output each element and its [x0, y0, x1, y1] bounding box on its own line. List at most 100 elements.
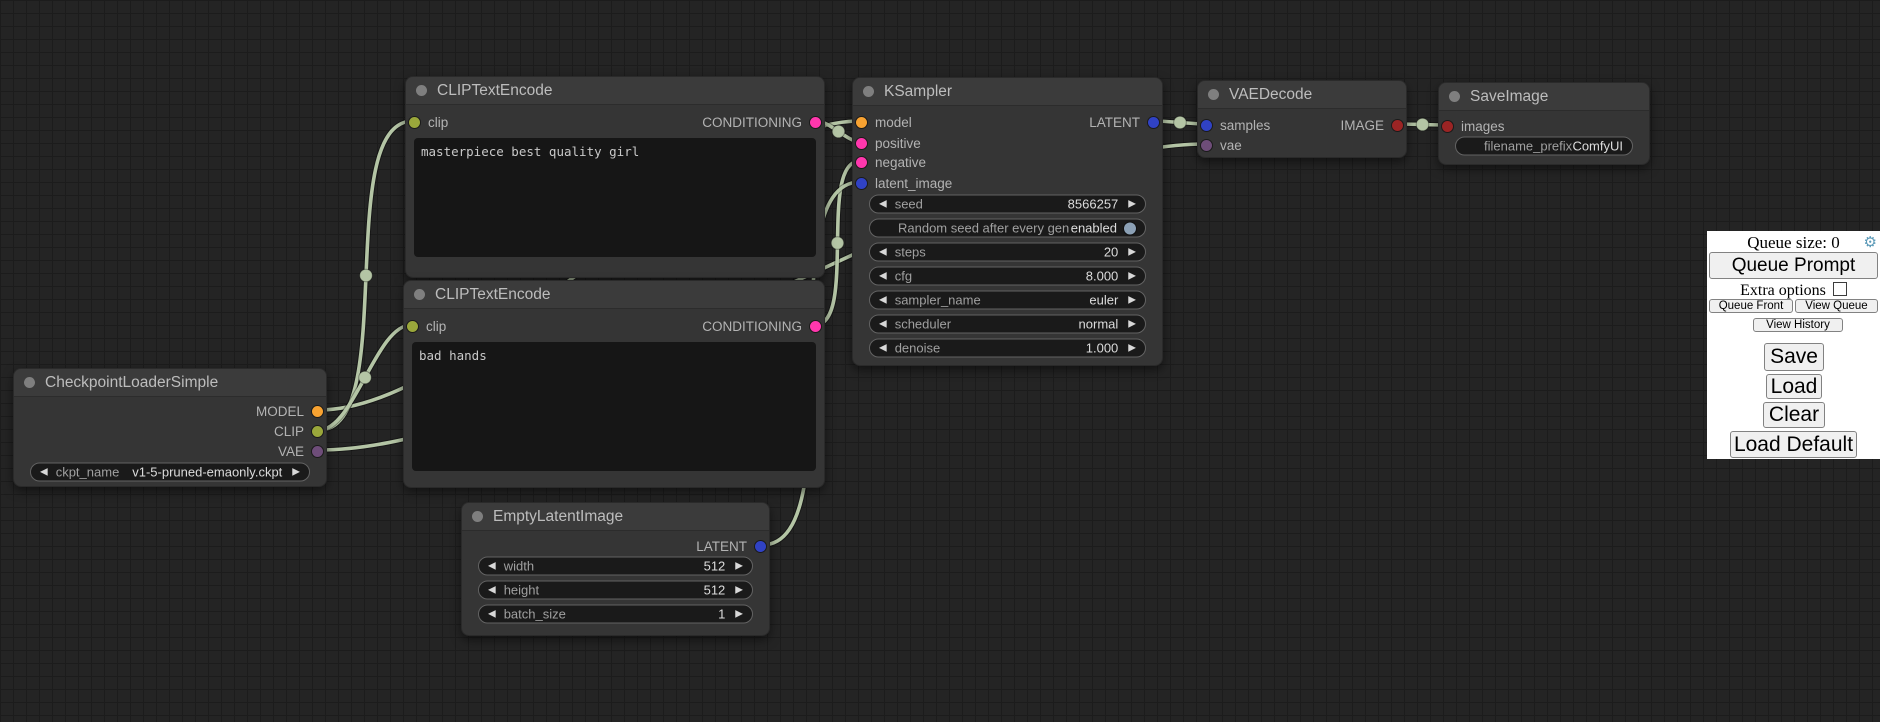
port-dot-image[interactable] — [1392, 120, 1403, 131]
input-port-model[interactable]: model — [856, 112, 912, 132]
comfyui-canvas[interactable]: { "colors": { "model": "#f7a231", "clip"… — [0, 0, 1880, 722]
increment-arrow-icon[interactable]: ▶ — [735, 561, 743, 571]
collapse-dot-icon[interactable] — [24, 377, 35, 388]
node-clip-text-encode-negative[interactable]: CLIPTextEncode clip CONDITIONING bad han… — [403, 280, 825, 488]
decrement-arrow-icon[interactable]: ◀ — [879, 319, 887, 329]
collapse-dot-icon[interactable] — [472, 511, 483, 522]
view-queue-button[interactable]: View Queue — [1795, 299, 1878, 313]
input-port-images[interactable]: images — [1442, 116, 1505, 136]
collapse-dot-icon[interactable] — [1208, 89, 1219, 100]
save-button[interactable]: Save — [1764, 343, 1824, 371]
prompt-textarea[interactable]: bad hands — [412, 342, 816, 471]
decrement-arrow-icon[interactable]: ◀ — [488, 609, 496, 619]
settings-gear-icon[interactable]: ⚙ — [1864, 233, 1877, 251]
extra-options-checkbox[interactable] — [1833, 282, 1847, 296]
increment-arrow-icon[interactable]: ▶ — [1128, 271, 1136, 281]
decrement-arrow-icon[interactable]: ◀ — [879, 343, 887, 353]
node-titlebar[interactable]: SaveImage — [1439, 83, 1649, 111]
port-dot-vae[interactable] — [1201, 140, 1212, 151]
port-dot-conditioning[interactable] — [810, 321, 821, 332]
node-vae-decode[interactable]: VAEDecode samples vae IMAGE — [1197, 80, 1407, 158]
widget-batch-size[interactable]: ◀ batch_size 1 ▶ — [478, 605, 753, 624]
decrement-arrow-icon[interactable]: ◀ — [488, 561, 496, 571]
collapse-dot-icon[interactable] — [414, 289, 425, 300]
node-titlebar[interactable]: KSampler — [853, 78, 1162, 106]
widget-width[interactable]: ◀ width 512 ▶ — [478, 557, 753, 576]
increment-arrow-icon[interactable]: ▶ — [735, 585, 743, 595]
input-port-clip[interactable]: clip — [407, 316, 446, 336]
widget-sampler-name[interactable]: ◀ sampler_name euler ▶ — [869, 291, 1146, 310]
output-port-latent[interactable]: LATENT — [696, 536, 766, 556]
output-port-image[interactable]: IMAGE — [1340, 115, 1403, 135]
port-dot-conditioning[interactable] — [856, 138, 867, 149]
input-port-negative[interactable]: negative — [856, 152, 926, 172]
output-port-model[interactable]: MODEL — [256, 401, 323, 421]
node-titlebar[interactable]: CLIPTextEncode — [406, 77, 824, 105]
port-dot-conditioning[interactable] — [810, 117, 821, 128]
port-dot-model[interactable] — [312, 406, 323, 417]
decrement-arrow-icon[interactable]: ◀ — [879, 199, 887, 209]
decrement-arrow-icon[interactable]: ◀ — [488, 585, 496, 595]
node-titlebar[interactable]: EmptyLatentImage — [462, 503, 769, 531]
input-port-vae[interactable]: vae — [1201, 135, 1242, 155]
decrement-arrow-icon[interactable]: ◀ — [879, 271, 887, 281]
output-port-conditioning[interactable]: CONDITIONING — [702, 316, 821, 336]
input-port-positive[interactable]: positive — [856, 133, 921, 153]
node-save-image[interactable]: SaveImage images filename_prefix ComfyUI — [1438, 82, 1650, 165]
output-port-conditioning[interactable]: CONDITIONING — [702, 112, 821, 132]
node-titlebar[interactable]: VAEDecode — [1198, 81, 1406, 109]
collapse-dot-icon[interactable] — [863, 86, 874, 97]
output-port-clip[interactable]: CLIP — [274, 421, 323, 441]
decrement-arrow-icon[interactable]: ◀ — [879, 247, 887, 257]
output-port-vae[interactable]: VAE — [278, 441, 323, 461]
increment-arrow-icon[interactable]: ▶ — [1128, 319, 1136, 329]
increment-arrow-icon[interactable]: ▶ — [1128, 343, 1136, 353]
node-clip-text-encode-positive[interactable]: CLIPTextEncode clip CONDITIONING masterp… — [405, 76, 825, 278]
port-dot-latent[interactable] — [1201, 120, 1212, 131]
widget-denoise[interactable]: ◀ denoise 1.000 ▶ — [869, 339, 1146, 358]
collapse-dot-icon[interactable] — [1449, 91, 1460, 102]
collapse-dot-icon[interactable] — [416, 85, 427, 96]
widget-cfg[interactable]: ◀ cfg 8.000 ▶ — [869, 267, 1146, 286]
port-dot-latent[interactable] — [856, 178, 867, 189]
node-titlebar[interactable]: CheckpointLoaderSimple — [14, 369, 326, 397]
load-default-button[interactable]: Load Default — [1730, 431, 1857, 458]
increment-arrow-icon[interactable]: ▶ — [735, 609, 743, 619]
view-history-button[interactable]: View History — [1753, 318, 1843, 332]
port-dot-latent[interactable] — [1148, 117, 1159, 128]
port-dot-latent[interactable] — [755, 541, 766, 552]
input-port-clip[interactable]: clip — [409, 112, 448, 132]
toggle-on-icon[interactable] — [1124, 222, 1136, 234]
decrement-arrow-icon[interactable]: ◀ — [40, 467, 48, 477]
port-dot-clip[interactable] — [409, 117, 420, 128]
port-dot-image[interactable] — [1442, 121, 1453, 132]
widget-steps[interactable]: ◀ steps 20 ▶ — [869, 243, 1146, 262]
port-dot-clip[interactable] — [407, 321, 418, 332]
increment-arrow-icon[interactable]: ▶ — [1128, 199, 1136, 209]
input-port-samples[interactable]: samples — [1201, 115, 1270, 135]
decrement-arrow-icon[interactable]: ◀ — [879, 295, 887, 305]
increment-arrow-icon[interactable]: ▶ — [292, 467, 300, 477]
widget-scheduler[interactable]: ◀ scheduler normal ▶ — [869, 315, 1146, 334]
node-titlebar[interactable]: CLIPTextEncode — [404, 281, 824, 309]
widget-filename-prefix[interactable]: filename_prefix ComfyUI — [1455, 137, 1633, 156]
queue-prompt-button[interactable]: Queue Prompt — [1709, 252, 1878, 279]
load-button[interactable]: Load — [1766, 374, 1822, 399]
output-port-latent[interactable]: LATENT — [1089, 112, 1159, 132]
increment-arrow-icon[interactable]: ▶ — [1128, 295, 1136, 305]
queue-front-button[interactable]: Queue Front — [1709, 299, 1793, 313]
widget-ckpt-name[interactable]: ◀ ckpt_name v1-5-pruned-emaonly.ckpt ▶ — [30, 463, 310, 482]
node-ksampler[interactable]: KSampler model positive negative latent_… — [852, 77, 1163, 366]
port-dot-vae[interactable] — [312, 446, 323, 457]
node-empty-latent-image[interactable]: EmptyLatentImage LATENT ◀ width 512 ▶ ◀ … — [461, 502, 770, 636]
widget-random-seed-toggle[interactable]: Random seed after every gen enabled — [869, 219, 1146, 238]
input-port-latent-image[interactable]: latent_image — [856, 173, 952, 193]
node-checkpoint-loader-simple[interactable]: CheckpointLoaderSimple MODEL CLIP VAE ◀ … — [13, 368, 327, 487]
port-dot-conditioning[interactable] — [856, 157, 867, 168]
clear-button[interactable]: Clear — [1763, 402, 1825, 428]
increment-arrow-icon[interactable]: ▶ — [1128, 247, 1136, 257]
prompt-textarea[interactable]: masterpiece best quality girl — [414, 138, 816, 257]
widget-seed[interactable]: ◀ seed 8566257 ▶ — [869, 195, 1146, 214]
port-dot-model[interactable] — [856, 117, 867, 128]
port-dot-clip[interactable] — [312, 426, 323, 437]
